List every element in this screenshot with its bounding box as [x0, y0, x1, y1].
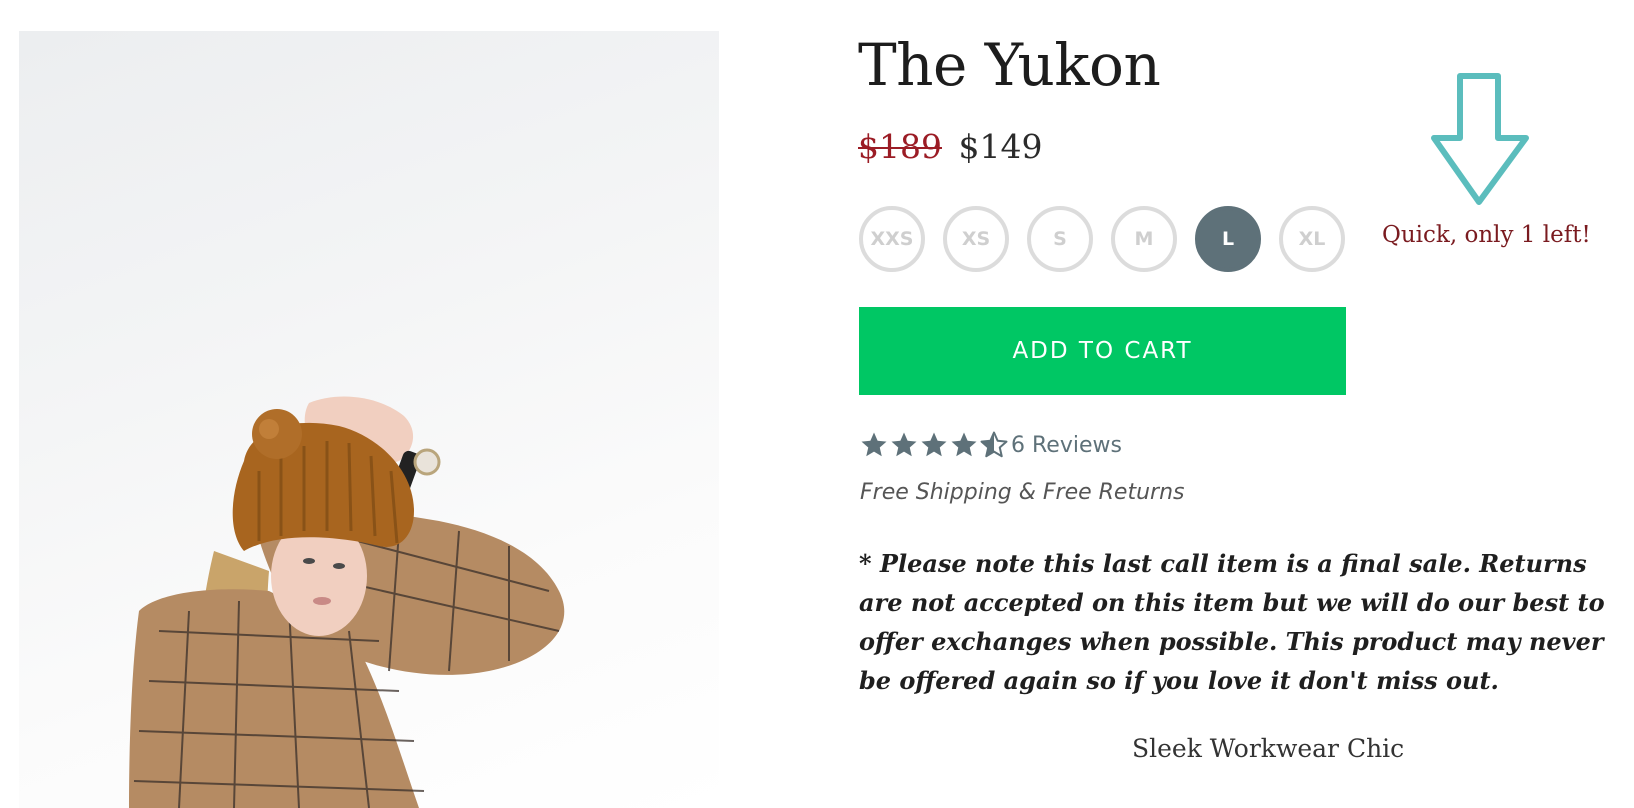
- star-icon: [859, 430, 889, 460]
- product-image: [19, 31, 719, 808]
- size-option-l[interactable]: L: [1195, 206, 1261, 272]
- rating: 6 Reviews: [859, 428, 1122, 462]
- star-icon: [949, 430, 979, 460]
- down-arrow-icon: [1430, 72, 1530, 211]
- size-option-m[interactable]: M: [1111, 206, 1177, 272]
- original-price: $189: [858, 127, 942, 166]
- half-star-icon: [979, 430, 1009, 460]
- reviews-link[interactable]: 6 Reviews: [1011, 433, 1122, 458]
- price-row: $189 $149: [858, 124, 1042, 170]
- size-option-xxs[interactable]: XXS: [859, 206, 925, 272]
- star-icon: [919, 430, 949, 460]
- collection-subtitle: Sleek Workwear Chic: [1132, 734, 1405, 763]
- shipping-info: Free Shipping & Free Returns: [860, 480, 1185, 505]
- product-title: The Yukon: [858, 31, 1161, 99]
- size-option-xs[interactable]: XS: [943, 206, 1009, 272]
- add-to-cart-button[interactable]: ADD TO CART: [859, 307, 1346, 395]
- product-photo-illustration: [129, 396, 565, 808]
- star-icon: [889, 430, 919, 460]
- final-sale-note: * Please note this last call item is a f…: [859, 549, 1605, 695]
- low-stock-notice: Quick, only 1 left!: [1382, 222, 1591, 248]
- sale-price: $149: [958, 127, 1043, 166]
- size-option-s[interactable]: S: [1027, 206, 1093, 272]
- size-option-xl[interactable]: XL: [1279, 206, 1345, 272]
- size-selector: XXS XS S M L XL: [859, 206, 1345, 272]
